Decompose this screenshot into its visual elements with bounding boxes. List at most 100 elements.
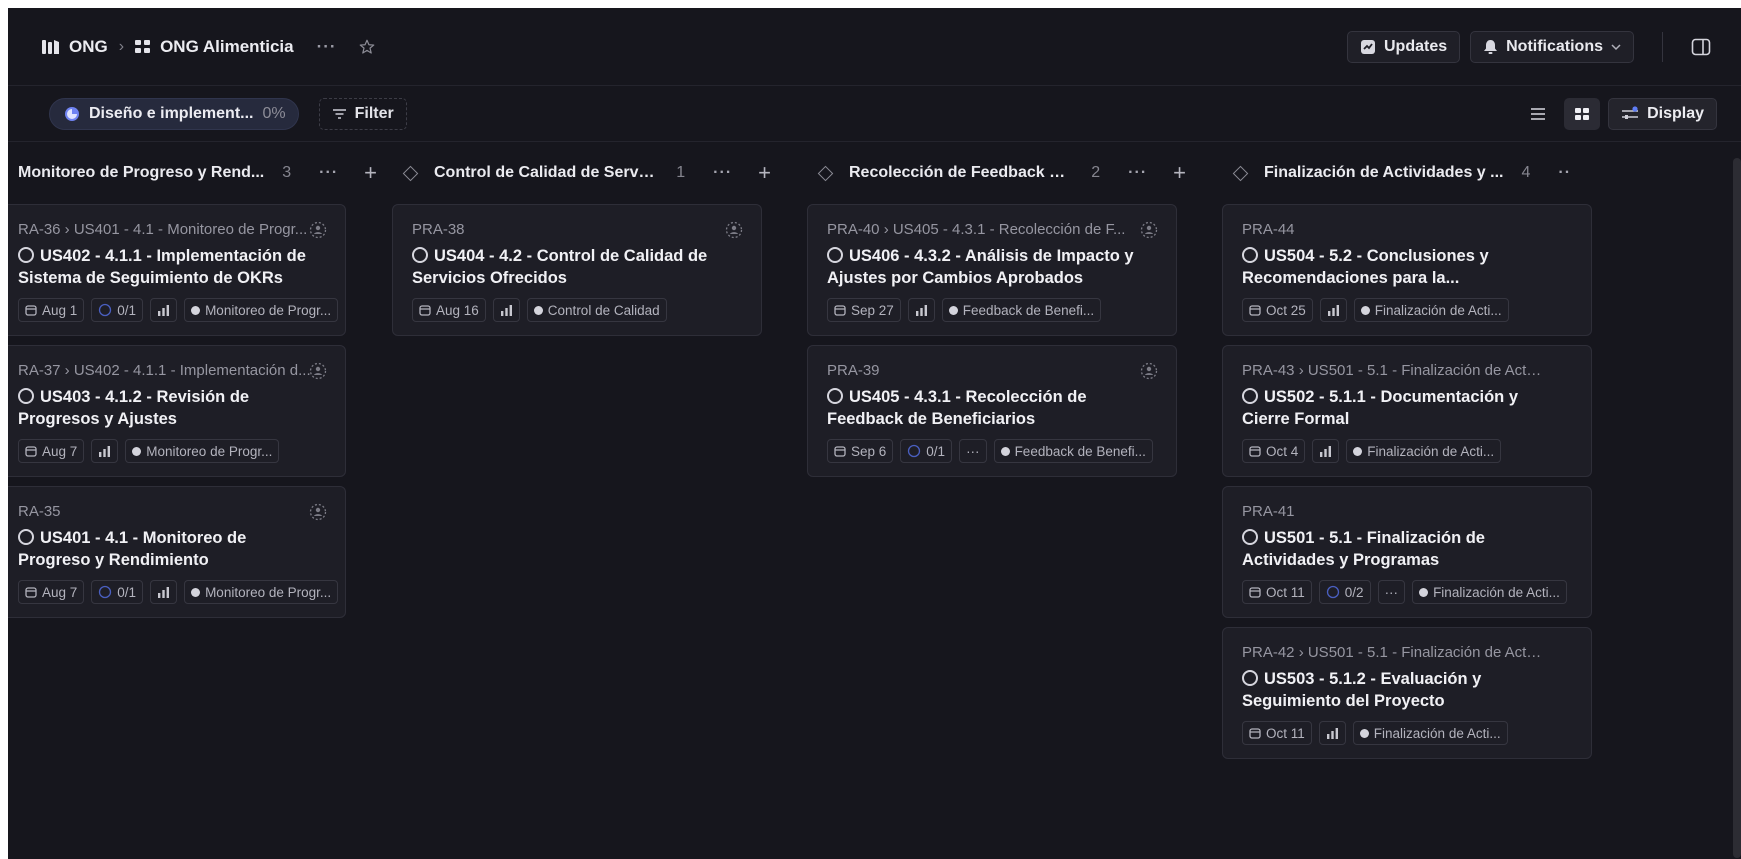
assignee-avatar-icon[interactable] (309, 362, 327, 385)
priority-bars-icon (500, 304, 512, 316)
column-title: Control de Calidad de Servicio... (434, 164, 659, 181)
due-date-chip[interactable]: Aug 7 (18, 439, 85, 463)
project-label-chip[interactable]: Finalización de Acti... (1412, 580, 1567, 604)
due-date-chip[interactable]: Aug 16 (412, 298, 486, 322)
assignee-avatar-icon[interactable] (309, 503, 327, 526)
subissue-progress-chip[interactable]: 0/2 (1318, 580, 1371, 604)
due-date-chip[interactable]: Aug 1 (18, 298, 85, 322)
priority-bars-icon (1326, 727, 1338, 739)
status-todo-icon[interactable] (1242, 388, 1258, 404)
issue-card[interactable]: PRA-42 › US501 - 5.1 - Finalización de A… (1222, 627, 1592, 759)
breadcrumb-workspace[interactable]: ONG (69, 37, 108, 57)
status-todo-icon[interactable] (18, 247, 34, 263)
no-priority-chip[interactable]: ··· (1377, 580, 1406, 604)
assignee-avatar-icon[interactable] (1140, 221, 1158, 244)
status-todo-icon[interactable] (1242, 670, 1258, 686)
due-date-chip[interactable]: Oct 11 (1242, 580, 1312, 604)
calendar-icon (1249, 446, 1261, 457)
due-date-chip[interactable]: Sep 6 (827, 439, 894, 463)
no-priority-chip[interactable]: ··· (959, 439, 987, 463)
issue-card[interactable]: PRA-41 US501 - 5.1 - Finalización de Act… (1222, 486, 1592, 618)
priority-chip[interactable] (907, 298, 935, 322)
favorite-star-icon[interactable] (358, 38, 376, 56)
calendar-icon (834, 305, 846, 316)
issue-card[interactable]: PRA-39 US405 - 4.3.1 - Recolección de Fe… (807, 345, 1177, 477)
issue-card[interactable]: PRA-40 › US405 - 4.3.1 - Recolección de … (807, 204, 1177, 336)
priority-chip[interactable] (1312, 439, 1340, 463)
status-todo-icon[interactable] (1242, 247, 1258, 263)
status-todo-icon[interactable] (412, 247, 428, 263)
issue-card[interactable]: RA-35 US401 - 4.1 - Monitoreo de Progres… (8, 486, 346, 618)
assignee-avatar-icon[interactable] (1140, 362, 1158, 385)
updates-button[interactable]: Updates (1346, 30, 1461, 63)
status-todo-icon[interactable] (827, 388, 843, 404)
priority-chip[interactable] (1319, 298, 1347, 322)
column-add-button[interactable]: + (758, 162, 771, 184)
column-count: 4 (1521, 164, 1531, 181)
subissue-progress-chip[interactable]: 0/1 (900, 439, 953, 463)
progress-ring-icon (99, 303, 112, 317)
project-label-chip[interactable]: Monitoreo de Progr... (184, 298, 339, 322)
status-todo-icon[interactable] (18, 529, 34, 545)
due-date-chip[interactable]: Oct 4 (1242, 439, 1306, 463)
issue-card[interactable]: RA-37 › US402 - 4.1.1 - Implementación d… (8, 345, 346, 477)
status-todo-icon[interactable] (827, 247, 843, 263)
column-more-button[interactable]: ··· (319, 164, 338, 182)
column-more-button[interactable]: ·· (1558, 164, 1571, 182)
priority-chip[interactable] (91, 439, 119, 463)
cycle-filter-chip[interactable]: Diseño e implement... 0% (49, 97, 299, 130)
column-count: 1 (676, 164, 686, 181)
subissue-progress-chip[interactable]: 0/1 (91, 298, 144, 322)
board-view-button[interactable] (1564, 97, 1601, 130)
due-date-chip[interactable]: Sep 27 (827, 298, 901, 322)
assignee-avatar-icon[interactable] (309, 221, 327, 244)
project-label-chip[interactable]: Feedback de Benefi... (941, 298, 1102, 322)
column-more-button[interactable]: ··· (1128, 164, 1147, 182)
priority-chip[interactable] (150, 298, 178, 322)
due-date-chip[interactable]: Oct 25 (1242, 298, 1313, 322)
project-label-chip[interactable]: Finalización de Acti... (1352, 721, 1508, 745)
subissue-progress-chip[interactable]: 0/1 (91, 580, 144, 604)
project-label-chip[interactable]: Monitoreo de Progr... (184, 580, 339, 604)
filter-button[interactable]: Filter (318, 97, 407, 130)
issue-id: RA-36 › US401 - 4.1 - Monitoreo de Progr… (18, 221, 308, 238)
issue-card[interactable]: PRA-44 US504 - 5.2 - Conclusiones y Reco… (1222, 204, 1592, 336)
due-date-chip[interactable]: Oct 11 (1242, 721, 1312, 745)
priority-chip[interactable] (150, 580, 178, 604)
breadcrumb-project[interactable]: ONG Alimenticia (160, 37, 294, 57)
column-more-button[interactable]: ··· (713, 164, 732, 182)
priority-bars-icon (1320, 445, 1332, 457)
display-button[interactable]: Display (1608, 97, 1717, 130)
project-label-chip[interactable]: Control de Calidad (526, 298, 667, 322)
project-label-chip[interactable]: Finalización de Acti... (1353, 298, 1509, 322)
due-date-chip[interactable]: Aug 7 (18, 580, 85, 604)
issue-card[interactable]: PRA-43 › US501 - 5.1 - Finalización de A… (1222, 345, 1592, 477)
priority-chip[interactable] (1318, 721, 1346, 745)
issue-title: US502 - 5.1.1 - Documentación y Cierre F… (1242, 388, 1519, 428)
project-label-chip[interactable]: Feedback de Benefi... (993, 439, 1153, 463)
issue-card[interactable]: RA-36 › US401 - 4.1 - Monitoreo de Progr… (8, 204, 346, 336)
status-todo-icon[interactable] (18, 388, 34, 404)
updates-icon (1360, 39, 1376, 55)
status-todo-icon[interactable] (1242, 529, 1258, 545)
issue-id: PRA-38 (412, 221, 465, 238)
project-label-chip[interactable]: Monitoreo de Progr... (125, 439, 280, 463)
calendar-icon (419, 305, 431, 316)
column-count: 3 (282, 164, 292, 181)
vertical-scrollbar[interactable] (1733, 158, 1741, 858)
assignee-avatar-icon[interactable] (725, 221, 743, 244)
notifications-button[interactable]: Notifications (1470, 30, 1634, 63)
project-more-button[interactable]: ··· (317, 37, 337, 57)
column-add-button[interactable]: + (364, 162, 377, 184)
issue-id: PRA-44 (1242, 221, 1295, 238)
list-view-button[interactable] (1520, 98, 1556, 130)
project-label-chip[interactable]: Finalización de Acti... (1346, 439, 1502, 463)
issue-card[interactable]: PRA-38 US404 - 4.2 - Control de Calidad … (392, 204, 762, 336)
board-column: Finalización de Actividades y ... 4 ·· (1231, 142, 1591, 204)
sidebar-toggle-icon[interactable] (1691, 38, 1711, 56)
breadcrumb: ONG › ONG Alimenticia ··· (42, 37, 376, 57)
column-add-button[interactable]: + (1173, 162, 1186, 184)
app-window: ONG › ONG Alimenticia ··· Updates Notifi… (8, 8, 1741, 859)
card-meta: Aug 1 0/1 Monitoreo de Progr... (18, 298, 339, 322)
priority-chip[interactable] (492, 298, 520, 322)
